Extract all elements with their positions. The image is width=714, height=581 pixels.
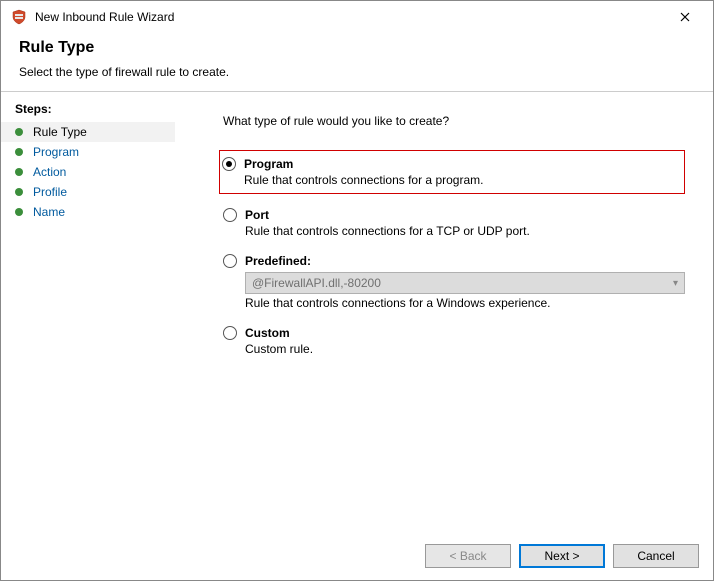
option-port-label: Port xyxy=(245,208,269,222)
step-bullet-icon xyxy=(15,188,23,196)
step-label: Name xyxy=(33,205,65,219)
firewall-shield-icon xyxy=(11,9,27,25)
option-port-desc: Rule that controls connections for a TCP… xyxy=(245,224,685,238)
steps-sidebar: Steps: Rule Type Program Action Profile … xyxy=(1,92,175,532)
wizard-footer: < Back Next > Cancel xyxy=(1,532,713,580)
window-title: New Inbound Rule Wizard xyxy=(35,10,667,24)
wizard-window: New Inbound Rule Wizard Rule Type Select… xyxy=(0,0,714,581)
option-predefined[interactable]: Predefined: @FirewallAPI.dll,-80200 ▾ Ru… xyxy=(223,254,685,310)
predefined-select: @FirewallAPI.dll,-80200 ▾ xyxy=(245,272,685,294)
step-label: Profile xyxy=(33,185,67,199)
step-label: Program xyxy=(33,145,79,159)
predefined-select-value: @FirewallAPI.dll,-80200 xyxy=(252,276,381,290)
wizard-header: Rule Type Select the type of firewall ru… xyxy=(1,33,713,89)
radio-predefined[interactable] xyxy=(223,254,237,268)
step-action[interactable]: Action xyxy=(1,162,175,182)
cancel-button[interactable]: Cancel xyxy=(613,544,699,568)
back-button: < Back xyxy=(425,544,511,568)
option-program-desc: Rule that controls connections for a pro… xyxy=(244,173,678,187)
step-bullet-icon xyxy=(15,208,23,216)
option-custom-label: Custom xyxy=(245,326,290,340)
step-bullet-icon xyxy=(15,168,23,176)
step-label: Action xyxy=(33,165,66,179)
option-predefined-label: Predefined: xyxy=(245,254,311,268)
page-heading: Rule Type xyxy=(19,39,695,57)
step-name[interactable]: Name xyxy=(1,202,175,222)
titlebar: New Inbound Rule Wizard xyxy=(1,1,713,33)
close-button[interactable] xyxy=(667,3,703,31)
wizard-body: Steps: Rule Type Program Action Profile … xyxy=(1,92,713,532)
option-custom[interactable]: Custom Custom rule. xyxy=(223,326,685,356)
step-rule-type[interactable]: Rule Type xyxy=(1,122,175,142)
radio-custom[interactable] xyxy=(223,326,237,340)
option-custom-desc: Custom rule. xyxy=(245,342,685,356)
wizard-main: What type of rule would you like to crea… xyxy=(175,92,713,532)
option-program[interactable]: Program Rule that controls connections f… xyxy=(219,150,685,194)
step-bullet-icon xyxy=(15,148,23,156)
chevron-down-icon: ▾ xyxy=(673,278,678,289)
option-predefined-desc: Rule that controls connections for a Win… xyxy=(245,296,685,310)
question-text: What type of rule would you like to crea… xyxy=(223,114,685,128)
next-button[interactable]: Next > xyxy=(519,544,605,568)
step-bullet-icon xyxy=(15,128,23,136)
step-label: Rule Type xyxy=(33,125,87,139)
page-subtitle: Select the type of firewall rule to crea… xyxy=(19,65,695,79)
step-profile[interactable]: Profile xyxy=(1,182,175,202)
radio-program[interactable] xyxy=(222,157,236,171)
steps-heading: Steps: xyxy=(1,100,175,122)
radio-port[interactable] xyxy=(223,208,237,222)
option-port[interactable]: Port Rule that controls connections for … xyxy=(223,208,685,238)
option-program-label: Program xyxy=(244,157,293,171)
step-program[interactable]: Program xyxy=(1,142,175,162)
